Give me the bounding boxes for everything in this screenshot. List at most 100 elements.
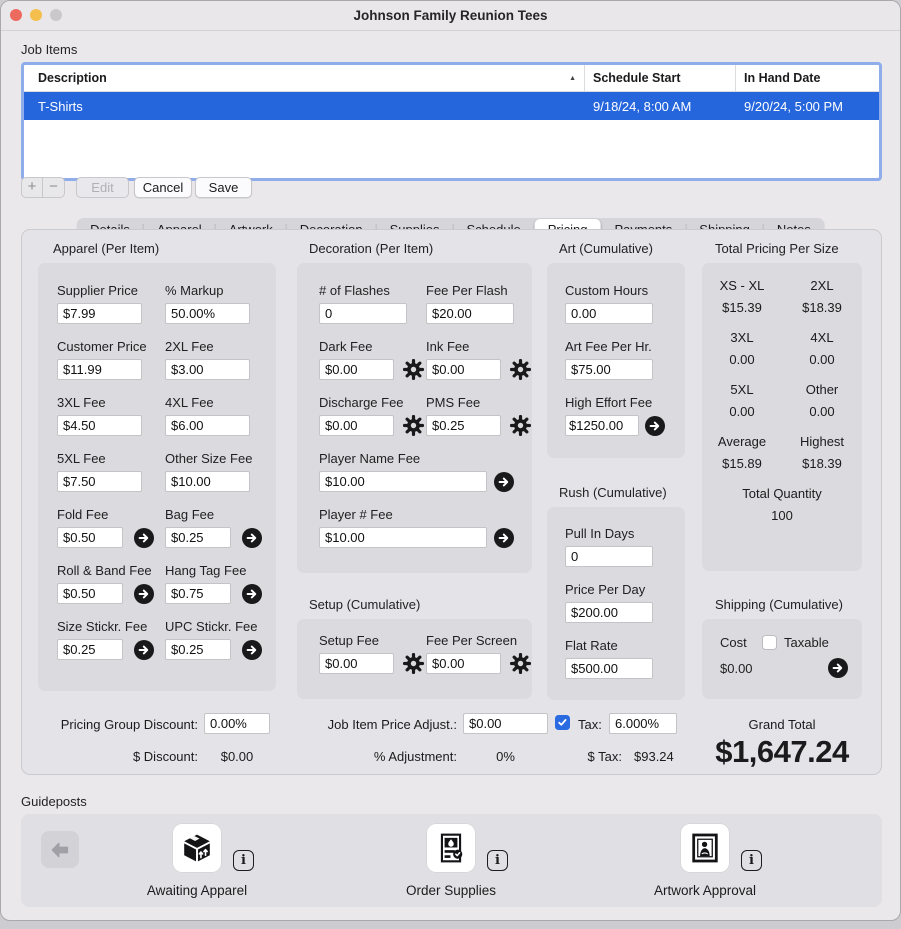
customer-price-field[interactable] [57,359,142,380]
roll-band-fee-arrow-icon[interactable] [134,584,154,604]
artwork-approval-info-icon[interactable]: i [741,850,762,871]
setup-fee-gear-icon[interactable] [403,653,424,674]
fee-4xl-field[interactable] [165,415,250,436]
column-header-schedule-start[interactable]: Schedule Start [584,65,735,91]
ink-fee-field[interactable] [426,359,501,380]
ink-fee-gear-icon[interactable] [510,359,531,380]
fee-per-screen-label: Fee Per Screen [426,633,531,648]
window-title: Johnson Family Reunion Tees [1,8,900,23]
rush-group-title: Rush (Cumulative) [559,485,685,500]
fee-5xl-label: 5XL Fee [57,451,165,466]
pull-in-days-label: Pull In Days [565,526,685,541]
bag-fee-arrow-icon[interactable] [242,528,262,548]
pricing-group-discount-field[interactable] [204,713,270,734]
art-fee-per-hr-field[interactable] [565,359,653,380]
tax-label: Tax: [578,717,602,732]
high-effort-fee-arrow-icon[interactable] [645,416,665,436]
taxable-checkbox[interactable] [762,635,777,650]
job-item-adjust-field[interactable] [463,713,548,734]
pms-fee-gear-icon[interactable] [510,415,531,436]
discharge-fee-label: Discharge Fee [319,395,426,410]
pms-fee-field[interactable] [426,415,501,436]
awaiting-apparel-info-icon[interactable]: i [233,850,254,871]
column-header-in-hand-date[interactable]: In Hand Date [735,65,878,91]
player-name-fee-arrow-icon[interactable] [494,472,514,492]
hang-tag-fee-field[interactable] [165,583,231,604]
supplier-price-field[interactable] [57,303,142,324]
table-row-selected[interactable]: T-Shirts 9/18/24, 8:00 AM 9/20/24, 5:00 … [24,92,879,120]
guidepost-order-supplies-label: Order Supplies [371,883,531,898]
size-other-label: Other [782,382,862,397]
fee-5xl-field[interactable] [57,471,142,492]
price-per-day-field[interactable] [565,602,653,623]
column-header-description-label: Description [38,71,107,85]
fee-3xl-field[interactable] [57,415,142,436]
save-button[interactable]: Save [195,177,252,198]
dollar-tax-label: $ Tax: [542,749,622,764]
dark-fee-field[interactable] [319,359,394,380]
pull-in-days-field[interactable] [565,546,653,567]
column-header-description[interactable]: Description ▲ [24,65,584,91]
apparel-group-title: Apparel (Per Item) [53,241,276,256]
fee-2xl-field[interactable] [165,359,250,380]
player-number-fee-field[interactable] [319,527,487,548]
size-sticker-fee-arrow-icon[interactable] [134,640,154,660]
flashes-field[interactable] [319,303,407,324]
fee-per-screen-field[interactable] [426,653,501,674]
shipping-box-icon [181,832,213,864]
discharge-fee-field[interactable] [319,415,394,436]
guidepost-artwork-approval[interactable] [681,824,729,872]
upc-sticker-fee-arrow-icon[interactable] [242,640,262,660]
custom-hours-field[interactable] [565,303,653,324]
size-4xl-label: 4XL [782,330,862,345]
upc-sticker-fee-field[interactable] [165,639,231,660]
size-4xl-value: 0.00 [782,352,862,367]
setup-group-title: Setup (Cumulative) [309,597,532,612]
player-number-fee-arrow-icon[interactable] [494,528,514,548]
title-bar: Johnson Family Reunion Tees [1,1,900,31]
fold-fee-arrow-icon[interactable] [134,528,154,548]
table-header-row: Description ▲ Schedule Start In Hand Dat… [24,65,879,92]
order-supplies-info-icon[interactable]: i [487,850,508,871]
supplies-document-icon [435,832,467,864]
fold-fee-field[interactable] [57,527,123,548]
total-quantity-value: 100 [702,508,862,523]
cancel-button[interactable]: Cancel [134,177,192,198]
size-3xl-label: 3XL [702,330,782,345]
guidepost-order-supplies[interactable] [427,824,475,872]
fee-per-screen-gear-icon[interactable] [510,653,531,674]
roll-band-fee-field[interactable] [57,583,123,604]
job-items-table: Description ▲ Schedule Start In Hand Dat… [21,62,882,181]
discharge-fee-gear-icon[interactable] [403,415,424,436]
fee-per-flash-field[interactable] [426,303,514,324]
dark-fee-gear-icon[interactable] [403,359,424,380]
flat-rate-field[interactable] [565,658,653,679]
player-name-fee-field[interactable] [319,471,487,492]
high-effort-fee-field[interactable] [565,415,639,436]
add-item-button[interactable]: + [21,177,43,198]
tax-checkbox[interactable] [555,715,570,730]
hang-tag-fee-arrow-icon[interactable] [242,584,262,604]
add-remove-segment: + − [21,177,65,198]
shipping-arrow-icon[interactable] [828,658,848,678]
decoration-group-title: Decoration (Per Item) [309,241,532,256]
markup-field[interactable] [165,303,250,324]
sort-ascending-icon: ▲ [569,75,576,82]
fee-per-flash-label: Fee Per Flash [426,283,514,298]
bag-fee-field[interactable] [165,527,231,548]
art-fee-per-hr-label: Art Fee Per Hr. [565,339,685,354]
back-button[interactable] [41,831,79,868]
app-window: Johnson Family Reunion Tees Job Items De… [0,0,901,921]
remove-item-button[interactable]: − [43,177,65,198]
highest-label: Highest [782,434,862,449]
fee-other-size-field[interactable] [165,471,250,492]
total-pricing-group-title: Total Pricing Per Size [715,241,862,256]
guidepost-awaiting-apparel[interactable] [173,824,221,872]
tax-rate-field[interactable] [609,713,677,734]
pricing-group-discount-label: Pricing Group Discount: [38,717,198,732]
fee-other-size-label: Other Size Fee [165,451,252,466]
edit-button[interactable]: Edit [76,177,129,198]
player-number-fee-label: Player # Fee [319,507,532,522]
size-sticker-fee-field[interactable] [57,639,123,660]
setup-fee-field[interactable] [319,653,394,674]
